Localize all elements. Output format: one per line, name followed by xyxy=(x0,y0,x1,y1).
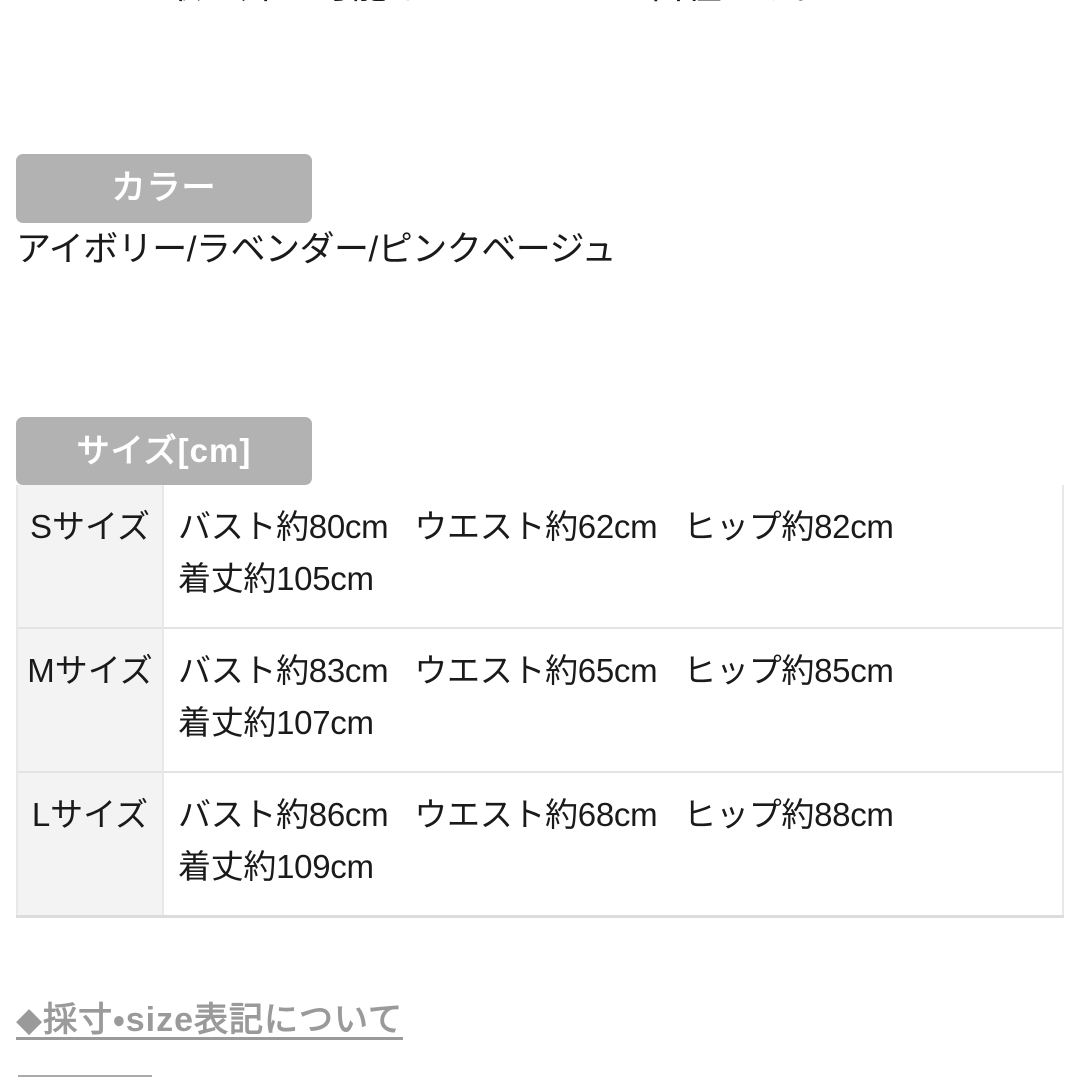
measurement-notes-link[interactable]: ◆採寸・size表記について xyxy=(16,997,403,1043)
size-label-cell: Sサイズ xyxy=(16,485,164,628)
bust-measurement: バスト約83cm xyxy=(178,652,389,689)
size-section-badge: サイズ[cm] xyxy=(16,417,312,485)
length-measurement: 着丈約105cm xyxy=(178,560,374,597)
length-measurement: 着丈約107cm xyxy=(178,704,374,741)
hip-measurement: ヒップ約82cm xyxy=(683,508,894,545)
color-options-text: アイボリー/ラベンダー/ピンクベージュ xyxy=(16,230,617,269)
size-measurements-cell: バスト約80cm ウエスト約62cm ヒップ約82cm 着丈約105cm xyxy=(162,485,1064,628)
size-measurements-cell: バスト約83cm ウエスト約65cm ヒップ約85cm 着丈約107cm xyxy=(162,628,1064,772)
bust-measurement: バスト約86cm xyxy=(178,796,389,833)
table-row: Sサイズ バスト約80cm ウエスト約62cm ヒップ約82cm 着丈約105cm xyxy=(16,485,1064,628)
bottom-divider xyxy=(18,1075,152,1077)
color-section-badge: カラー xyxy=(16,154,312,223)
size-chart-table: Sサイズ バスト約80cm ウエスト約62cm ヒップ約82cm 着丈約105cm M… xyxy=(16,485,1064,918)
size-label-cell: Mサイズ xyxy=(16,628,164,772)
hip-measurement: ヒップ約85cm xyxy=(683,652,894,689)
waist-measurement: ウエスト約65cm xyxy=(414,652,658,689)
table-row: Mサイズ バスト約83cm ウエスト約65cm ヒップ約85cm 着丈約107cm xyxy=(16,628,1064,772)
hip-measurement: ヒップ約88cm xyxy=(683,796,894,833)
bust-measurement: バスト約80cm xyxy=(178,508,389,545)
waist-measurement: ウエスト約68cm xyxy=(414,796,658,833)
truncated-top-text: ベルトは取り外し可能なのでアレンジ自在です。 xyxy=(0,0,1080,9)
size-measurements-cell: バスト約86cm ウエスト約68cm ヒップ約88cm 着丈約109cm xyxy=(162,772,1064,917)
truncated-top-text-label: ベルトは取り外し可能なのでアレンジ自在です。 xyxy=(0,0,1080,9)
size-label-cell: Lサイズ xyxy=(16,772,164,917)
waist-measurement: ウエスト約62cm xyxy=(414,508,658,545)
table-row: Lサイズ バスト約86cm ウエスト約68cm ヒップ約88cm 着丈約109cm xyxy=(16,772,1064,917)
length-measurement: 着丈約109cm xyxy=(178,848,374,885)
